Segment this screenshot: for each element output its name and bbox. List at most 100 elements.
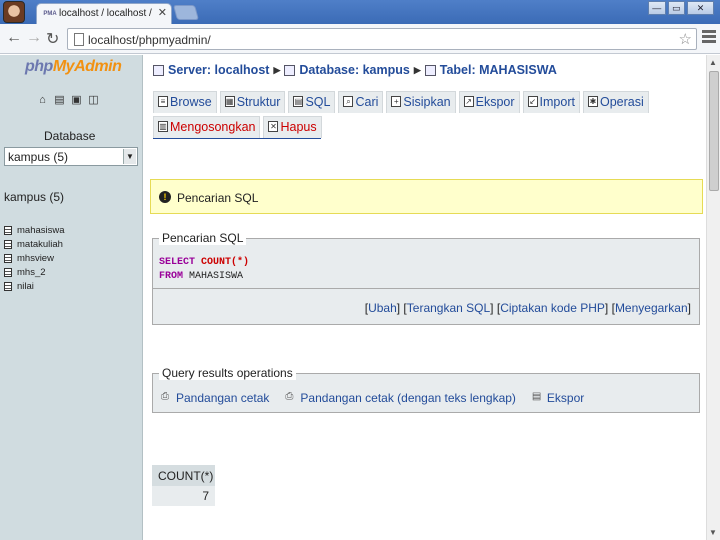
- tab-browse[interactable]: ≡ Browse: [153, 91, 217, 113]
- forward-arrow-icon[interactable]: →: [26, 29, 42, 47]
- tab-cari[interactable]: ⌕ Cari: [338, 91, 384, 113]
- scroll-thumb[interactable]: [709, 71, 719, 191]
- export-link[interactable]: ▤ Ekspor: [532, 391, 584, 405]
- phpmyadmin-logo[interactable]: phpMyAdmin: [25, 58, 122, 76]
- navigation-sidebar: phpMyAdmin ⌂ ▤ ▣ ◫ Database kampus (5) ▼…: [0, 55, 143, 540]
- server-icon: [153, 64, 164, 76]
- notice-text: Pencarian SQL: [177, 191, 259, 205]
- browser-tab[interactable]: PMA localhost / localhost / kampus ✕: [36, 3, 172, 24]
- table-list-item[interactable]: nilai: [4, 279, 65, 293]
- breadcrumb-server[interactable]: Server: localhost: [168, 63, 269, 77]
- query-window-icon[interactable]: ◫: [88, 94, 99, 106]
- back-arrow-icon[interactable]: ←: [6, 29, 22, 47]
- maximize-button[interactable]: ▭: [667, 1, 686, 15]
- tab-sisipkan[interactable]: + Sisipkan: [386, 91, 456, 113]
- table-name[interactable]: mhsview: [17, 253, 54, 264]
- database-label: Database: [44, 129, 96, 143]
- browser-menu-icon[interactable]: [702, 30, 716, 45]
- url-text[interactable]: localhost/phpmyadmin/: [88, 33, 211, 47]
- tab-title: localhost / localhost / kampus: [59, 8, 155, 19]
- scroll-up-icon[interactable]: ▲: [709, 58, 717, 67]
- breadcrumb-table[interactable]: Tabel: MAHASISWA: [440, 63, 557, 77]
- print-view-full-link[interactable]: ⎙ Pandangan cetak (dengan teks lengkap): [285, 391, 516, 405]
- table-icon: [4, 253, 12, 263]
- tab-struktur[interactable]: ▦ Struktur: [219, 91, 286, 113]
- database-title-link[interactable]: kampus (5): [4, 190, 64, 204]
- refresh-link[interactable]: Menyegarkan: [615, 301, 688, 315]
- operation-tabs-row2: ▥ Mengosongkan ✕ Hapus: [153, 116, 322, 138]
- chevron-down-icon[interactable]: ▼: [123, 149, 136, 164]
- notice-box: ! Pencarian SQL: [150, 179, 703, 214]
- query-results-operations: ⎙ Pandangan cetak ⎙ Pandangan cetak (denga…: [161, 391, 584, 405]
- breadcrumb-separator-icon: ▶: [273, 64, 281, 75]
- tab-mengosongkan[interactable]: ▥ Mengosongkan: [153, 116, 261, 138]
- search-icon: ⌕: [343, 96, 354, 107]
- close-window-button[interactable]: ✕: [687, 1, 715, 15]
- table-list-item[interactable]: mhsview: [4, 251, 65, 265]
- create-php-code-link[interactable]: Ciptakan kode PHP: [500, 301, 605, 315]
- sql-links: [Ubah] [Terangkan SQL] [Ciptakan kode PH…: [364, 301, 691, 315]
- sql-keyword-select: SELECT: [159, 257, 196, 268]
- table-list-item[interactable]: mhs_2: [4, 265, 65, 279]
- table-icon: [4, 225, 12, 235]
- query-results-legend: Query results operations: [159, 366, 296, 380]
- breadcrumb-database[interactable]: Database: kampus: [299, 63, 409, 77]
- import-icon: ↙: [527, 96, 538, 107]
- new-tab-button[interactable]: [172, 5, 200, 20]
- minimize-button[interactable]: —: [648, 1, 666, 15]
- sql-keyword-from: FROM: [159, 271, 184, 282]
- sql-line-1: SELECT COUNT(*): [159, 257, 249, 268]
- table-name[interactable]: nilai: [17, 281, 34, 292]
- vertical-scrollbar[interactable]: ▲ ▼: [706, 55, 720, 540]
- breadcrumb-separator-icon: ▶: [413, 64, 421, 75]
- user-avatar[interactable]: [3, 1, 25, 23]
- tab-label: Operasi: [599, 95, 644, 109]
- database-select-value: kampus (5): [8, 150, 69, 164]
- page-icon: [74, 33, 84, 46]
- table-list-item[interactable]: matakuliah: [4, 237, 65, 251]
- tabs-underline: [153, 138, 321, 139]
- result-cell[interactable]: 7: [152, 486, 215, 506]
- table-name[interactable]: mhs_2: [17, 267, 46, 278]
- edit-link[interactable]: Ubah: [368, 301, 397, 315]
- table-name[interactable]: matakuliah: [17, 239, 63, 250]
- sql-icon[interactable]: ▤: [54, 94, 65, 106]
- window-controls: — ▭ ✕: [648, 1, 715, 15]
- tab-operasi[interactable]: ✱ Operasi: [582, 91, 649, 113]
- sql-query-fieldset: SELECT COUNT(*) FROM MAHASISWA Pencarian…: [152, 231, 700, 289]
- export-label: Ekspor: [546, 391, 585, 405]
- tab-hapus[interactable]: ✕ Hapus: [263, 116, 322, 138]
- browser-toolbar: ← → ↻ localhost/phpmyadmin/ ☆: [0, 24, 720, 54]
- tab-label: Ekspor: [475, 95, 515, 109]
- breadcrumb: Server: localhost ▶ Database: kampus ▶ T…: [153, 63, 557, 77]
- reload-icon[interactable]: ↻: [46, 29, 59, 49]
- tab-sql[interactable]: ▤ SQL: [288, 91, 336, 113]
- print-view-link[interactable]: ⎙ Pandangan cetak: [161, 391, 269, 405]
- query-results-fieldset: Query results operations ⎙ Pandangan ceta…: [152, 366, 700, 413]
- tab-ekspor[interactable]: ↗ Ekspor: [458, 91, 520, 113]
- tab-label: Import: [539, 95, 575, 109]
- database-select[interactable]: kampus (5) ▼: [4, 147, 138, 166]
- browse-icon: ≡: [158, 96, 168, 107]
- tab-close-icon[interactable]: ✕: [158, 6, 167, 19]
- insert-icon: +: [391, 96, 402, 107]
- docs-icon[interactable]: ▣: [71, 94, 82, 106]
- sql-icon: ▤: [293, 96, 304, 107]
- result-column-header[interactable]: COUNT(*): [152, 465, 215, 486]
- structure-icon: ▦: [224, 96, 235, 107]
- sql-query-legend: Pencarian SQL: [159, 231, 247, 245]
- print-view-full-label: Pandangan cetak (dengan teks lengkap): [300, 391, 516, 405]
- bookmark-star-icon[interactable]: ☆: [679, 30, 692, 48]
- explain-sql-link[interactable]: Terangkan SQL: [407, 301, 490, 315]
- table-list-item[interactable]: mahasiswa: [4, 223, 65, 237]
- sidebar-nav-icons: ⌂ ▤ ▣ ◫: [37, 94, 99, 106]
- sql-line-2: FROM MAHASISWA: [159, 271, 243, 282]
- logo-my: My: [52, 58, 75, 75]
- sql-query-box: SELECT COUNT(*) FROM MAHASISWA: [153, 239, 699, 289]
- database-icon: [284, 64, 296, 76]
- table-name[interactable]: mahasiswa: [17, 225, 65, 236]
- home-icon[interactable]: ⌂: [37, 94, 48, 106]
- scroll-down-icon[interactable]: ▼: [709, 528, 717, 537]
- address-bar[interactable]: localhost/phpmyadmin/ ☆: [67, 28, 697, 50]
- tab-import[interactable]: ↙ Import: [522, 91, 580, 113]
